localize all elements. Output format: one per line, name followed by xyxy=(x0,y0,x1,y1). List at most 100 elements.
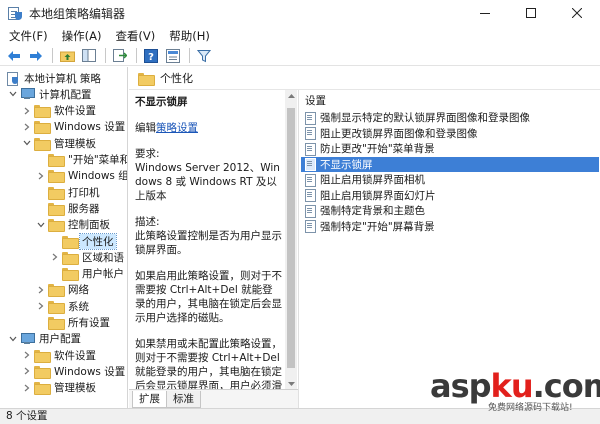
description-body: 不显示锁屏 编辑策略设置 要求: Windows Server 2012、Win… xyxy=(135,95,283,419)
chevron-right-icon[interactable] xyxy=(22,103,32,119)
chevron-right-icon[interactable] xyxy=(22,347,32,363)
folder-icon xyxy=(34,382,51,396)
folder-icon xyxy=(34,349,51,363)
policy-setting-icon xyxy=(304,142,316,156)
view-tabs: 扩展 标准 xyxy=(129,389,298,408)
policy-setting-row[interactable]: 阻止启用锁屏界面幻灯片 xyxy=(301,188,599,203)
tree-item[interactable]: Windows 设置 xyxy=(22,363,125,379)
policy-setting-row[interactable]: 阻止更改锁屏界面图像和登录图像 xyxy=(301,126,599,141)
chevron-down-icon[interactable] xyxy=(36,217,46,233)
policy-setting-label: 不显示锁屏 xyxy=(320,158,373,171)
group-policy-app-icon xyxy=(7,5,23,21)
policy-setting-row[interactable]: 强制特定"开始"屏幕背景 xyxy=(301,219,599,234)
help-button[interactable]: ? xyxy=(141,47,161,65)
chevron-right-icon[interactable] xyxy=(36,168,46,184)
policy-setting-row[interactable]: 强制显示特定的默认锁屏界面图像和登录图像 xyxy=(301,110,599,125)
tree-item[interactable]: 服务器 xyxy=(36,200,100,216)
policy-setting-icon xyxy=(304,173,316,187)
requirements-label: 要求: xyxy=(135,148,160,160)
policy-setting-label: 强制特定"开始"屏幕背景 xyxy=(320,220,435,233)
folder-icon xyxy=(48,317,65,330)
back-button[interactable] xyxy=(4,47,24,65)
policy-setting-row[interactable]: 阻止启用锁屏界面相机 xyxy=(301,172,599,187)
tree-item[interactable]: 系统 xyxy=(36,298,89,314)
tree-item-label: 区域和语 xyxy=(82,251,124,264)
tree-item[interactable]: 打印机 xyxy=(36,184,100,200)
tree-item[interactable]: 用户帐户 xyxy=(50,266,124,282)
menu-file[interactable]: 文件(F) xyxy=(2,26,55,46)
minimize-button[interactable] xyxy=(462,0,508,26)
tree-item[interactable]: 控制面板 xyxy=(36,217,110,233)
chevron-right-icon[interactable] xyxy=(22,119,32,135)
maximize-button[interactable] xyxy=(508,0,554,26)
description-label: 描述: xyxy=(135,216,160,228)
folder-icon xyxy=(48,202,65,216)
watermark-logo-asp: asp xyxy=(430,367,492,405)
policy-setting-row[interactable]: 防止更改"开始"菜单背景 xyxy=(301,141,599,156)
chevron-right-icon[interactable] xyxy=(22,363,32,379)
tree-item[interactable]: 管理模板 xyxy=(22,135,96,151)
chevron-down-icon[interactable] xyxy=(8,86,18,102)
tree-item[interactable]: 软件设置 xyxy=(22,103,96,119)
tab-extended[interactable]: 扩展 xyxy=(132,391,167,408)
tree-item[interactable]: 用户配置 xyxy=(8,331,81,347)
folder-up-icon xyxy=(59,51,75,62)
edit-prefix: 编辑 xyxy=(135,122,156,134)
filter-button[interactable] xyxy=(194,47,214,65)
scroll-up-arrow-icon[interactable] xyxy=(285,90,297,102)
tab-standard[interactable]: 标准 xyxy=(166,391,201,408)
chevron-right-icon[interactable] xyxy=(36,298,46,314)
tree-item[interactable]: 管理模板 xyxy=(22,380,96,396)
tree-item-label: 计算机配置 xyxy=(39,88,92,101)
site-watermark: aspku.com 免费网络源码下载站! xyxy=(430,367,600,413)
menu-view[interactable]: 查看(V) xyxy=(108,26,162,46)
policy-setting-row[interactable]: 不显示锁屏 xyxy=(301,156,599,172)
export-list-button[interactable] xyxy=(110,47,130,65)
toolbar: ? xyxy=(0,46,600,66)
chevron-right-icon[interactable] xyxy=(22,380,32,396)
menu-help[interactable]: 帮助(H) xyxy=(162,26,217,46)
tree-item-label: 管理模板 xyxy=(54,382,96,395)
policy-setting-icon xyxy=(304,189,316,202)
settings-list: 设置 强制显示特定的默认锁屏界面图像和登录图像 阻止更改锁屏界面图像和登录图像 防止… xyxy=(298,90,600,408)
edit-policy-link[interactable]: 策略设置 xyxy=(156,122,198,134)
tree-item[interactable]: 软件设置 xyxy=(22,347,96,363)
chevron-down-icon[interactable] xyxy=(8,331,18,347)
tree-item-label: 软件设置 xyxy=(54,349,96,362)
tree-item[interactable]: Windows 组 xyxy=(36,168,127,184)
up-one-level-button[interactable] xyxy=(57,47,77,65)
title-bar: 本地组策略编辑器 xyxy=(0,0,600,26)
chevron-right-icon[interactable] xyxy=(50,249,60,265)
show-hide-tree-button[interactable] xyxy=(79,47,99,65)
folder-icon xyxy=(34,365,51,379)
description-text: 此策略设置控制是否为用户显示锁屏界面。 xyxy=(135,230,282,256)
forward-arrow-icon xyxy=(30,50,42,61)
export-list-icon xyxy=(113,49,127,62)
properties-button[interactable] xyxy=(163,47,183,65)
tree-item-label: 软件设置 xyxy=(54,105,96,118)
navigation-tree: 本地计算机 策略 计算机配置 软件设置 Windows 设置 管理模板 "开始"菜单和 Wi… xyxy=(0,67,128,408)
description-scrollbar[interactable] xyxy=(285,90,297,390)
folder-icon xyxy=(34,137,51,151)
scrollbar-thumb[interactable] xyxy=(287,108,295,368)
settings-column-header[interactable]: 设置 xyxy=(305,93,326,108)
policy-setting-label: 强制特定背景和主题色 xyxy=(320,205,425,217)
tree-item-label: 系统 xyxy=(68,300,89,313)
tree-item[interactable]: 计算机配置 xyxy=(8,86,92,102)
tree-item[interactable]: 个性化 xyxy=(50,232,117,250)
forward-button[interactable] xyxy=(26,47,46,65)
policy-setting-icon xyxy=(304,220,316,233)
menu-action[interactable]: 操作(A) xyxy=(55,26,109,46)
tree-item[interactable]: 网络 xyxy=(36,282,89,298)
tree-item[interactable]: "开始"菜单和 xyxy=(36,152,127,168)
folder-icon xyxy=(138,72,155,86)
close-button[interactable] xyxy=(554,0,600,26)
tree-item[interactable]: Windows 设置 xyxy=(22,119,125,135)
tree-item[interactable]: 本地计算机 策略 xyxy=(4,70,101,86)
chevron-down-icon[interactable] xyxy=(22,135,32,151)
tree-item[interactable]: 区域和语 xyxy=(50,249,124,265)
tree-item[interactable]: 所有设置 xyxy=(36,315,110,331)
chevron-right-icon[interactable] xyxy=(36,282,46,298)
policy-setting-row[interactable]: 强制特定背景和主题色 xyxy=(301,203,599,218)
